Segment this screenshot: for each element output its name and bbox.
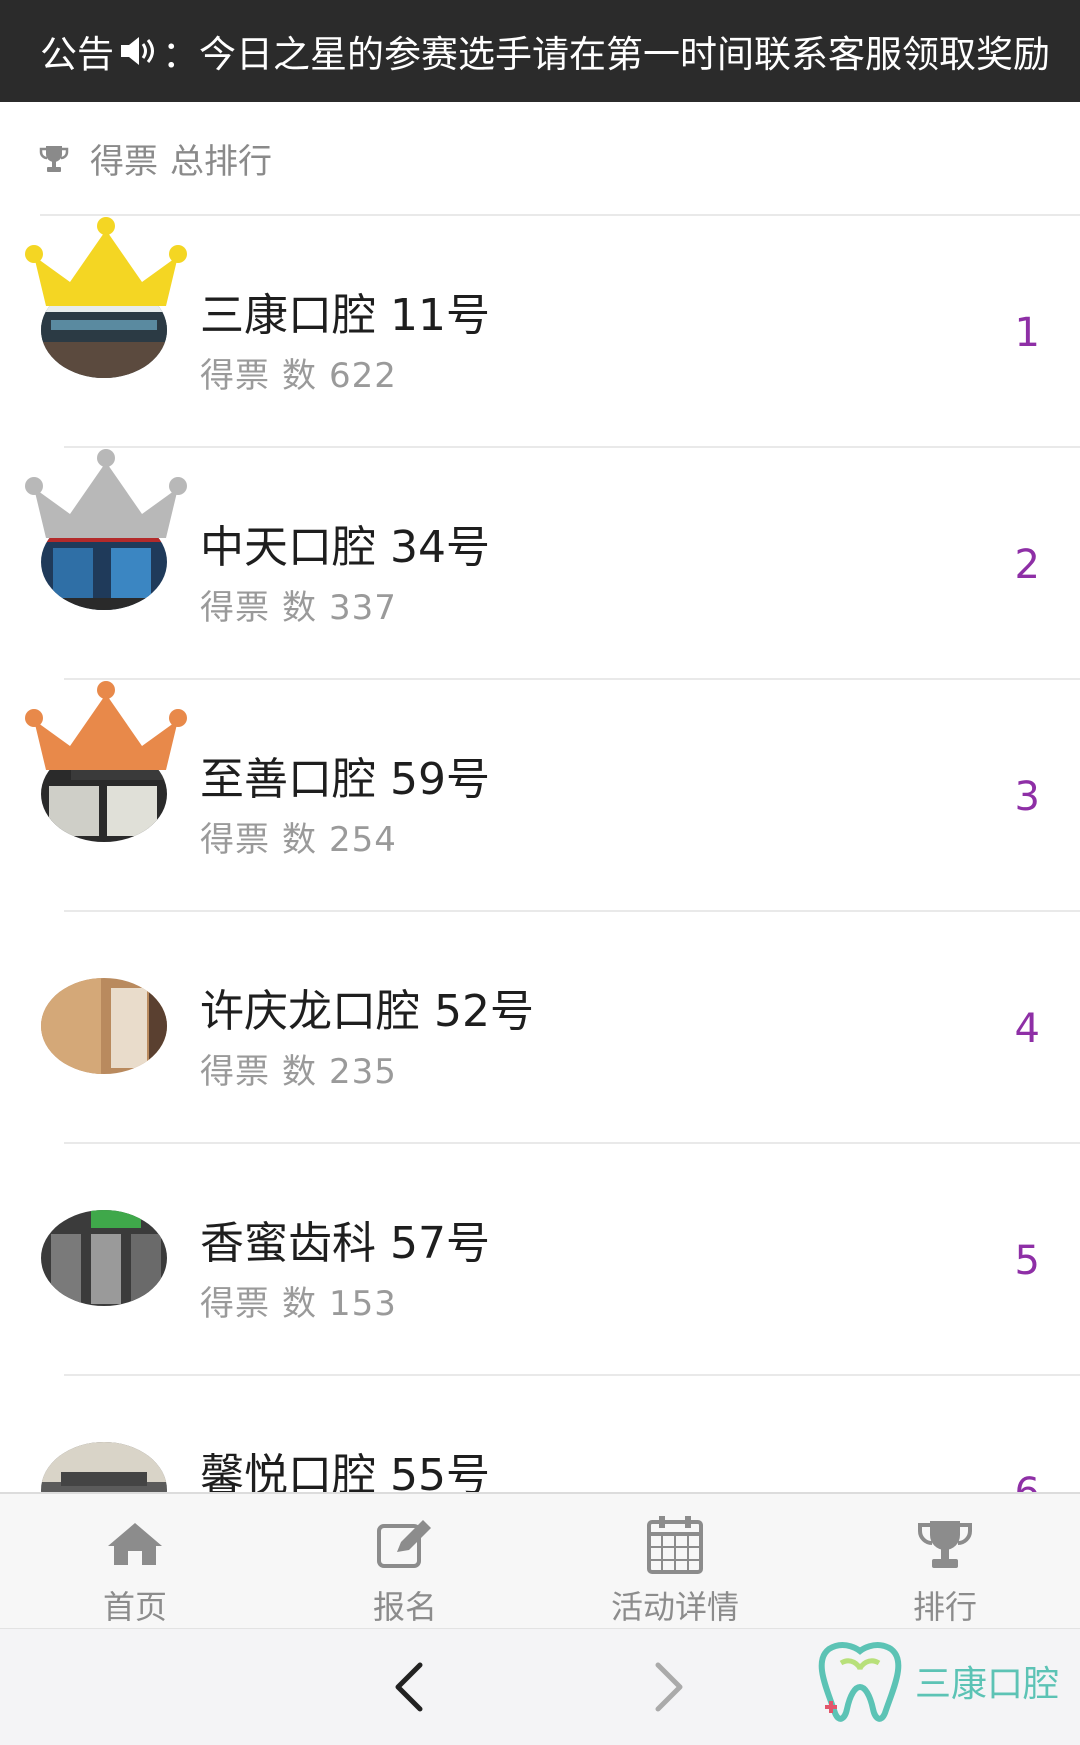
votes-label-b: 数 <box>282 588 317 628</box>
votes-count: 622 <box>329 356 397 396</box>
entry-votes: 得票数 235 <box>200 1044 397 1093</box>
tooth-logo-icon <box>818 1642 902 1722</box>
speaker-icon <box>118 34 158 68</box>
list-item[interactable]: 三康口腔 11号 得票数 622 1 <box>0 216 1080 448</box>
entry-votes: 得票数 622 <box>200 348 397 397</box>
crown-silver-icon <box>25 449 187 538</box>
tab-bar: 首页 报名 活动详情 排行 <box>0 1492 1080 1628</box>
entry-photo <box>41 1210 167 1306</box>
announcement-prefix: 公告 <box>40 33 114 76</box>
tab-signup[interactable]: 报名 <box>270 1494 540 1628</box>
rank-number: 4 <box>1014 1006 1040 1052</box>
votes-count: 153 <box>329 1284 397 1324</box>
ranking-list: 三康口腔 11号 得票数 622 1 中天口腔 34号 得票数 337 2 至善… <box>0 216 1080 1492</box>
entry-name: 香蜜齿科 57号 <box>200 1218 490 1269</box>
crown-bronze-icon <box>25 681 187 770</box>
trophy-icon <box>916 1512 974 1576</box>
rank-number: 5 <box>1014 1238 1040 1284</box>
rank-number: 2 <box>1014 542 1040 588</box>
entry-name: 中天口腔 34号 <box>200 522 490 573</box>
announcement-colon: ： <box>162 33 199 76</box>
ranking-header: 得票 总排行 <box>0 102 1080 215</box>
brand-watermark: 三康口腔 <box>815 1639 1059 1723</box>
entry-photo <box>41 1442 167 1492</box>
ranking-header-label-a: 得票 <box>90 142 158 182</box>
tab-signup-label: 报名 <box>372 1588 437 1626</box>
votes-label-a: 得票 <box>200 820 270 860</box>
votes-label-b: 数 <box>282 1052 317 1092</box>
home-icon <box>106 1512 164 1576</box>
entry-name: 至善口腔 59号 <box>200 754 490 805</box>
rank-number: 6 <box>1015 1470 1040 1492</box>
entry-photo <box>41 978 167 1074</box>
entry-name: 许庆龙口腔 52号 <box>200 986 534 1037</box>
chevron-right-icon <box>655 1662 683 1712</box>
list-item[interactable]: 至善口腔 59号 得票数 254 3 <box>0 680 1080 912</box>
announcement-bar: 公告 ： 今日之星的参赛选手请在第一时间联系客服领取奖励 <box>0 0 1080 102</box>
chevron-left-icon <box>395 1662 423 1712</box>
tab-home-label: 首页 <box>102 1588 167 1626</box>
crown-gold-icon <box>25 217 187 306</box>
votes-count: 235 <box>329 1052 397 1092</box>
entry-name: 馨悦口腔 55号 <box>200 1450 490 1492</box>
votes-label-b: 数 <box>282 356 317 396</box>
entry-name: 三康口腔 11号 <box>200 290 490 341</box>
votes-label-a: 得票 <box>200 1284 270 1324</box>
trophy-icon <box>38 143 70 175</box>
entry-votes: 得票数 254 <box>200 812 397 861</box>
list-item[interactable]: 香蜜齿科 57号 得票数 153 5 <box>0 1144 1080 1376</box>
forward-button[interactable] <box>648 1659 688 1719</box>
back-button[interactable] <box>390 1659 430 1719</box>
calendar-icon <box>646 1512 704 1576</box>
votes-label-b: 数 <box>282 1284 317 1324</box>
votes-label-b: 数 <box>282 820 317 860</box>
votes-label-a: 得票 <box>200 1052 270 1092</box>
list-item[interactable]: 中天口腔 34号 得票数 337 2 <box>0 448 1080 680</box>
tab-home[interactable]: 首页 <box>0 1494 270 1628</box>
tab-ranking[interactable]: 排行 <box>810 1494 1080 1628</box>
list-item[interactable]: 馨悦口腔 55号 6 <box>0 1376 1080 1492</box>
announcement-text: 今日之星的参赛选手请在第一时间联系客服领取奖励 <box>199 33 1050 76</box>
tab-details[interactable]: 活动详情 <box>540 1494 810 1628</box>
list-item[interactable]: 许庆龙口腔 52号 得票数 235 4 <box>0 912 1080 1144</box>
votes-count: 254 <box>329 820 397 860</box>
entry-votes: 得票数 153 <box>200 1276 397 1325</box>
rank-number: 3 <box>1014 774 1040 820</box>
edit-icon <box>375 1512 435 1576</box>
ranking-header-label-b: 总排行 <box>170 142 272 182</box>
votes-count: 337 <box>329 588 397 628</box>
entry-votes: 得票数 337 <box>200 580 397 629</box>
browser-toolbar: 三康口腔 <box>0 1628 1080 1745</box>
tab-details-label: 活动详情 <box>610 1588 739 1626</box>
tab-ranking-label: 排行 <box>912 1588 977 1626</box>
rank-number: 1 <box>1014 310 1040 356</box>
votes-label-a: 得票 <box>200 588 270 628</box>
brand-name: 三康口腔 <box>915 1664 1060 1705</box>
votes-label-a: 得票 <box>200 356 270 396</box>
